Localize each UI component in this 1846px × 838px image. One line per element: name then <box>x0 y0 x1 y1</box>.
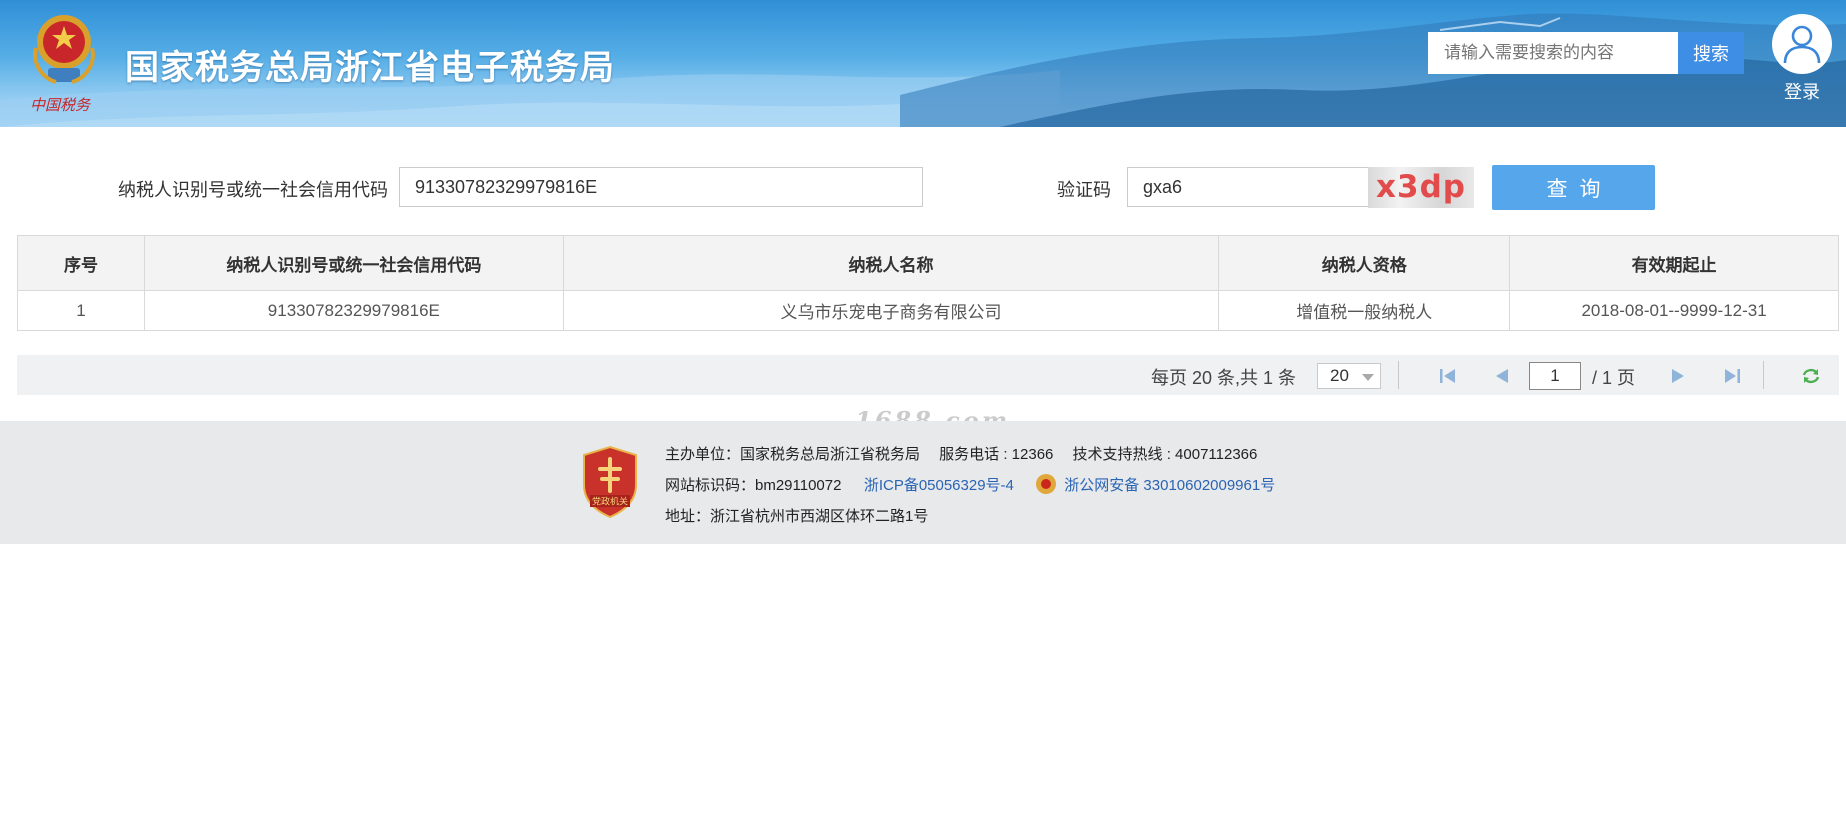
current-page-input[interactable]: 1 <box>1529 362 1581 390</box>
next-page-icon[interactable] <box>1667 365 1689 387</box>
total-pages-label: / 1 页 <box>1592 368 1636 388</box>
pager-divider <box>1763 361 1764 389</box>
table-header-row: 序号 纳税人识别号或统一社会信用代码 纳税人名称 纳税人资格 有效期起止 <box>17 235 1839 291</box>
table-row[interactable]: 1 91330782329979816E 义乌市乐宠电子商务有限公司 增值税一般… <box>17 290 1839 331</box>
police-badge-icon <box>1036 474 1057 495</box>
footer-address: 地址：浙江省杭州市西湖区体环二路1号 <box>665 508 929 525</box>
query-button[interactable]: 查询 <box>1492 165 1655 210</box>
login-button[interactable]: 登录 <box>1770 14 1834 102</box>
column-header-index: 序号 <box>17 235 145 291</box>
pager-divider <box>1398 361 1399 389</box>
login-label[interactable]: 登录 <box>1770 78 1834 104</box>
footer-record-line: 网站标识码：bm29110072 浙ICP备05056329号-4 浙公网安备 … <box>665 474 1275 496</box>
footer-organizer-line: 主办单位：国家税务总局浙江省税务局 服务电话 : 12366 技术支持热线 : … <box>665 446 1258 463</box>
cell-taxpayer-id: 91330782329979816E <box>143 290 564 331</box>
tax-emblem-logo: 中国税务 <box>30 15 95 114</box>
cell-index: 1 <box>17 290 145 331</box>
taxpayer-id-input[interactable]: 91330782329979816E <box>399 167 923 207</box>
column-header-qualification: 纳税人资格 <box>1218 235 1511 291</box>
search-button[interactable]: 搜索 <box>1678 32 1744 74</box>
taxpayer-id-label: 纳税人识别号或统一社会信用代码 <box>118 180 388 200</box>
column-header-taxpayer-id: 纳税人识别号或统一社会信用代码 <box>143 235 564 291</box>
pagination-info: 每页 20 条,共 1 条 <box>1151 368 1297 388</box>
column-header-validity: 有效期起止 <box>1509 235 1839 291</box>
user-avatar-icon[interactable] <box>1772 14 1832 74</box>
captcha-label: 验证码 <box>1057 180 1111 200</box>
party-government-badge-icon[interactable]: 党政机关 <box>580 445 640 519</box>
previous-page-icon[interactable] <box>1491 365 1513 387</box>
pagination-bar: 每页 20 条,共 1 条 20 1 / 1 页 <box>17 355 1839 395</box>
svg-text:党政机关: 党政机关 <box>592 496 628 508</box>
column-header-taxpayer-name: 纳税人名称 <box>562 235 1220 291</box>
captcha-image[interactable]: x3dp <box>1368 167 1474 208</box>
page-size-select[interactable]: 20 <box>1317 363 1381 389</box>
svg-text:中国税务: 中国税务 <box>30 96 92 114</box>
cell-validity: 2018-08-01--9999-12-31 <box>1509 290 1839 331</box>
search-input[interactable] <box>1428 32 1678 74</box>
site-title: 国家税务总局浙江省电子税务局 <box>125 48 615 88</box>
last-page-icon[interactable] <box>1721 365 1743 387</box>
result-table: 序号 纳税人识别号或统一社会信用代码 纳税人名称 纳税人资格 有效期起止 1 9… <box>17 235 1839 331</box>
cell-qualification: 增值税一般纳税人 <box>1218 290 1511 331</box>
footer: 党政机关 主办单位：国家税务总局浙江省税务局 服务电话 : 12366 技术支持… <box>0 421 1846 544</box>
header-banner: 中国税务 国家税务总局浙江省电子税务局 搜索 登录 <box>0 0 1846 127</box>
page-size-value[interactable]: 20 <box>1330 366 1349 385</box>
first-page-icon[interactable] <box>1437 365 1459 387</box>
cell-taxpayer-name: 义乌市乐宠电子商务有限公司 <box>562 290 1220 331</box>
site-id-text: 网站标识码：bm29110072 <box>665 477 842 494</box>
chevron-down-icon[interactable] <box>1362 374 1374 381</box>
police-record-link[interactable]: 浙公网安备 33010602009961号 <box>1064 477 1275 494</box>
refresh-icon[interactable] <box>1800 365 1822 387</box>
icp-link[interactable]: 浙ICP备05056329号-4 <box>864 477 1014 494</box>
